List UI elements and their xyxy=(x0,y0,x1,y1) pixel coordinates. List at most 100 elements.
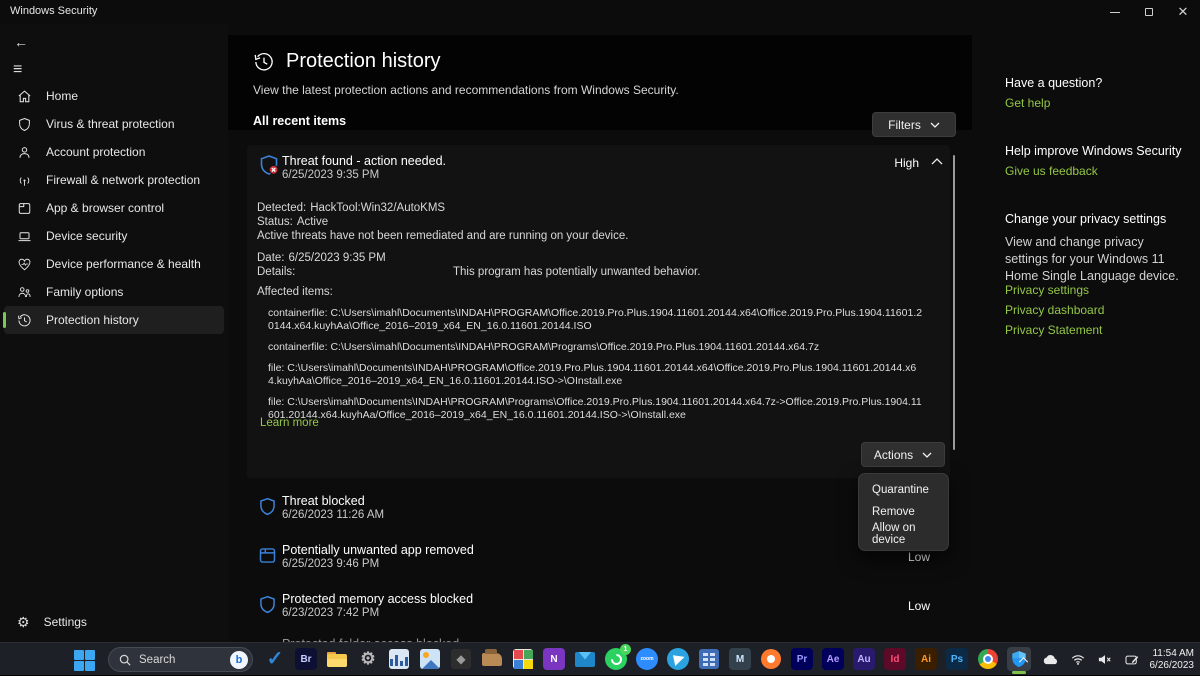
sidebar-item-firewall-network-protection[interactable]: Firewall & network protection xyxy=(4,166,224,194)
indesign-icon[interactable]: Id xyxy=(883,647,907,671)
history-row-memory-access-blocked[interactable]: Protected memory access blocked 6/23/202… xyxy=(228,592,972,630)
main-content: Protection history View the latest prote… xyxy=(228,24,972,642)
whatsapp-icon[interactable]: 1 xyxy=(604,644,631,671)
start-button[interactable] xyxy=(72,648,96,672)
learn-more-link[interactable]: Learn more xyxy=(260,417,319,429)
app-window-icon xyxy=(18,202,31,214)
sidebar-item-family-options[interactable]: Family options xyxy=(4,278,224,306)
search-placeholder: Search xyxy=(139,653,176,666)
zoom-icon[interactable]: zoom xyxy=(635,647,659,671)
back-arrow-icon[interactable]: ← xyxy=(14,34,28,50)
whatsapp-badge: 1 xyxy=(620,644,631,655)
file-explorer-icon[interactable] xyxy=(325,647,349,671)
privacy-settings-link[interactable]: Privacy settings xyxy=(1005,283,1089,297)
pen-input-icon[interactable] xyxy=(1123,654,1141,666)
privacy-statement-link[interactable]: Privacy Statement xyxy=(1005,323,1102,337)
sidebar-label: Device performance & health xyxy=(46,257,201,271)
shield-icon xyxy=(260,497,275,516)
scanner-app-icon[interactable] xyxy=(480,647,504,671)
volume-muted-icon[interactable] xyxy=(1096,654,1114,665)
wifi-icon[interactable] xyxy=(1069,654,1087,665)
sidebar-item-protection-history[interactable]: Protection history xyxy=(3,306,224,334)
actions-dropdown-menu: Quarantine Remove Allow on device xyxy=(858,473,949,551)
menu-item-remove[interactable]: Remove xyxy=(859,501,948,523)
sidebar-item-virus-threat-protection[interactable]: Virus & threat protection xyxy=(4,110,224,138)
onedrive-cloud-icon[interactable] xyxy=(1042,654,1060,665)
photos-app-icon[interactable] xyxy=(418,647,442,671)
sidebar-label: Settings xyxy=(43,615,87,629)
checkmark-app-icon[interactable]: ✓ xyxy=(263,647,287,671)
settings-gear-icon[interactable]: ⚙ xyxy=(356,647,380,671)
onenote-icon[interactable]: N xyxy=(542,647,566,671)
question-heading: Have a question? xyxy=(1005,76,1103,90)
tray-chevron-up-icon[interactable] xyxy=(1015,656,1033,663)
tray-clock[interactable]: 11:54 AM 6/26/2023 xyxy=(1150,648,1195,672)
scrollbar[interactable] xyxy=(953,155,955,450)
chrome-icon[interactable] xyxy=(976,647,1000,671)
get-help-link[interactable]: Get help xyxy=(1005,96,1050,110)
laptop-icon xyxy=(18,231,31,241)
severity-badge: Low xyxy=(907,599,930,613)
filters-button[interactable]: Filters xyxy=(872,112,956,137)
affected-path: file: C:\Users\imahl\Documents\INDAH\PRO… xyxy=(268,396,922,421)
chevron-up-icon[interactable] xyxy=(931,158,943,165)
sidebar-item-account-protection[interactable]: Account protection xyxy=(4,138,224,166)
sidebar-label: App & browser control xyxy=(46,201,165,215)
menu-item-quarantine[interactable]: Quarantine xyxy=(859,479,948,501)
paint-app-icon[interactable] xyxy=(511,647,535,671)
row-date: 6/23/2023 7:42 PM xyxy=(282,607,380,619)
taskbar-search[interactable]: Search b xyxy=(108,647,253,672)
window-title: Windows Security xyxy=(10,5,98,17)
illustrator-icon[interactable]: Ai xyxy=(914,647,938,671)
photoshop-icon[interactable]: Ps xyxy=(945,647,969,671)
adobe-bridge-icon[interactable]: Br xyxy=(294,647,318,671)
task-manager-icon[interactable] xyxy=(387,647,411,671)
mail-app-icon[interactable] xyxy=(573,647,597,671)
sidebar-label: Family options xyxy=(46,285,124,299)
actions-button-label: Actions xyxy=(873,447,914,462)
sidebar-item-settings[interactable]: ⚙ Settings xyxy=(0,608,228,636)
threat-item-expanded[interactable]: Threat found - action needed. 6/25/2023 … xyxy=(247,145,950,478)
audition-icon[interactable]: Au xyxy=(852,647,876,671)
sidebar-item-home[interactable]: Home xyxy=(4,82,224,110)
nav-list: Home Virus & threat protection Account p… xyxy=(0,82,228,334)
blender-icon[interactable] xyxy=(759,647,783,671)
taskbar-icons: ✓ Br ⚙ ◆ N 1 zoom M Pr Ae Au Id Ai Ps xyxy=(263,644,1031,674)
severity-badge: High xyxy=(894,156,919,170)
page-header: Protection history View the latest prote… xyxy=(228,35,972,137)
sidebar-item-device-performance-health[interactable]: Device performance & health xyxy=(4,250,224,278)
detected-value: HackTool:Win32/AutoKMS xyxy=(310,202,446,214)
row-date: 6/25/2023 9:46 PM xyxy=(282,558,380,570)
menu-hamburger-icon[interactable]: ≡ xyxy=(13,61,22,79)
minimize-button[interactable] xyxy=(1098,0,1132,24)
actions-button[interactable]: Actions xyxy=(861,442,945,467)
close-button[interactable]: ✕ xyxy=(1166,0,1200,24)
gear-icon: ⚙ xyxy=(17,613,30,630)
m-app-icon[interactable]: M xyxy=(728,647,752,671)
chevron-down-icon xyxy=(922,452,932,458)
telegram-icon[interactable] xyxy=(666,647,690,671)
gem-app-icon[interactable]: ◆ xyxy=(449,647,473,671)
restore-button[interactable] xyxy=(1132,0,1166,24)
sidebar-label: Virus & threat protection xyxy=(46,117,175,131)
status-note: Active threats have not been remediated … xyxy=(257,230,629,242)
row-title: Potentially unwanted app removed xyxy=(282,543,474,557)
affected-path: containerfile: C:\Users\imahl\Documents\… xyxy=(268,307,923,332)
after-effects-icon[interactable]: Ae xyxy=(821,647,845,671)
sidebar-label: Device security xyxy=(46,229,128,243)
affected-items-list: containerfile: C:\Users\imahl\Documents\… xyxy=(257,307,937,422)
privacy-dashboard-link[interactable]: Privacy dashboard xyxy=(1005,303,1104,317)
bing-icon[interactable]: b xyxy=(230,650,248,669)
app-window-icon xyxy=(259,548,276,563)
sidebar-label: Protection history xyxy=(46,313,139,327)
page-description: View the latest protection actions and r… xyxy=(253,83,679,97)
premiere-icon[interactable]: Pr xyxy=(790,647,814,671)
system-tray: 11:54 AM 6/26/2023 xyxy=(1015,643,1195,676)
sidebar-item-app-browser-control[interactable]: App & browser control xyxy=(4,194,224,222)
page-title: Protection history xyxy=(286,50,441,72)
menu-item-allow-on-device[interactable]: Allow on device xyxy=(859,522,948,546)
sidebar-item-device-security[interactable]: Device security xyxy=(4,222,224,250)
give-feedback-link[interactable]: Give us feedback xyxy=(1005,164,1098,178)
filters-button-label: Filters xyxy=(888,117,921,132)
calculator-icon[interactable] xyxy=(697,647,721,671)
